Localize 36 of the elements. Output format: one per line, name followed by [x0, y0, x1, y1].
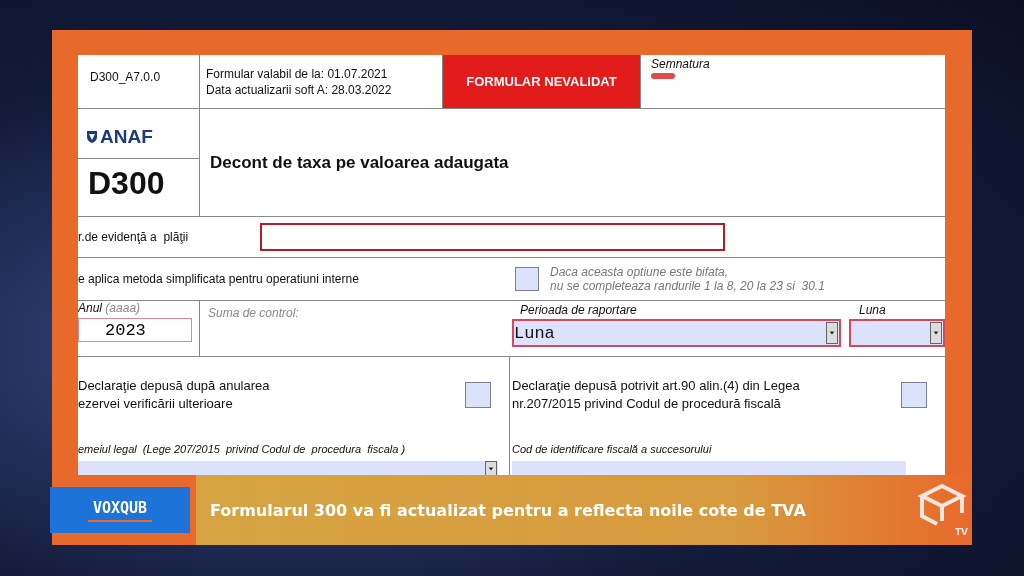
- successor-code-label: Cod de identificare fiscală a succesorului: [512, 443, 713, 455]
- month-dropdown[interactable]: [849, 319, 945, 347]
- checkbox[interactable]: [515, 267, 539, 291]
- channel-name: VOXQUB: [92, 498, 148, 517]
- declaration-text: ezervei verificării ulterioare: [78, 395, 234, 413]
- period-label: Perioada de raportare: [519, 303, 638, 317]
- payment-number-field[interactable]: [260, 223, 725, 251]
- valid-from-text: Formular valabil de la: 01.07.2021: [206, 65, 389, 82]
- update-date-text: Data actualizarii soft A: 28.03.2022: [206, 81, 393, 98]
- checkbox[interactable]: [901, 382, 927, 408]
- simplified-method-label: e aplica metoda simplificata pentru operatiuni interne: [78, 272, 360, 286]
- signature-label: Semnatura: [651, 57, 711, 71]
- signature-tag-icon: [651, 73, 675, 79]
- declaration-text: nr.207/2015 privind Codul de procedură fiscală: [512, 395, 782, 413]
- control-sum-label: Suma de control:: [208, 306, 299, 320]
- legal-basis-label: emeiul legal (Lege 207/2015 privind Codul de procedura fiscala ): [78, 443, 407, 455]
- hint-text: Daca aceasta optiune este bifata,: [550, 265, 730, 279]
- payment-label: r.de evidenţă a plăţii: [78, 230, 190, 244]
- month-label: Luna: [858, 303, 887, 317]
- shield-icon: [86, 129, 98, 144]
- agency-logo-text: ANAF: [100, 125, 153, 148]
- declaration-text: Declaraţie depusă potrivit art.90 alin.(4) din Legea: [512, 377, 800, 395]
- hint-text: nu se completeaza randurile 1 la 8, 20 la 23 si 30.1: [550, 279, 825, 293]
- underline-mark: [88, 519, 152, 522]
- checkbox[interactable]: [465, 382, 491, 408]
- year-label: Anul (aaaa): [78, 301, 142, 315]
- form-code: D300: [87, 164, 166, 202]
- year-field[interactable]: 2023: [78, 318, 192, 342]
- status-banner: FORMULAR NEVALIDAT: [443, 55, 640, 108]
- headline-text: Formularul 300 va fi actualizat pentru a reflecta noile cote de TVA: [210, 500, 806, 520]
- declaration-text: Declaraţie depusă după anularea: [78, 377, 270, 395]
- logo-badge-text: TV: [954, 527, 968, 537]
- form-version: D300_A7.0.0: [90, 70, 161, 84]
- successor-code-field[interactable]: [512, 461, 906, 475]
- period-dropdown[interactable]: Luna: [512, 319, 841, 347]
- form-title: Decont de taxa pe valoarea adaugata: [210, 152, 509, 173]
